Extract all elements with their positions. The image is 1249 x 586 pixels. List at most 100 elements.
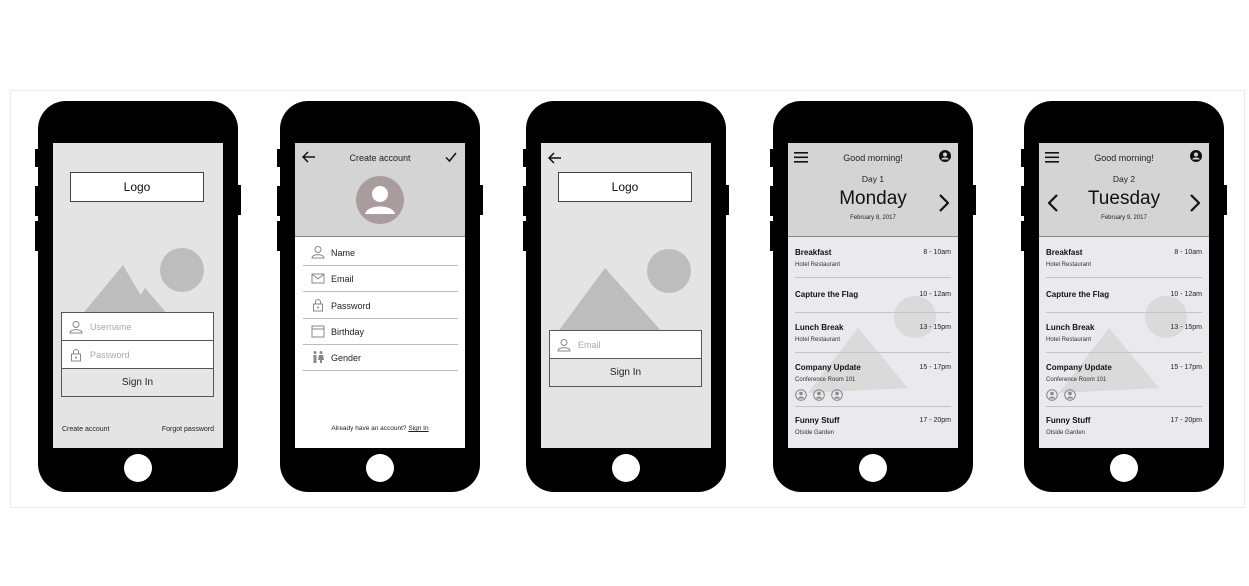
home-button[interactable] bbox=[1110, 454, 1138, 482]
schedule-screen: Good morning! Day 1 Monday February 8, 2… bbox=[788, 143, 958, 448]
event-title: Company Update bbox=[1046, 363, 1112, 372]
divider bbox=[795, 277, 951, 278]
user-icon bbox=[557, 339, 571, 352]
email-placeholder: Email bbox=[578, 339, 601, 350]
event-location: Conference Room 101 bbox=[1046, 377, 1107, 383]
divider bbox=[795, 352, 951, 353]
day-label: Day 1 bbox=[861, 174, 885, 184]
logo: Logo bbox=[558, 172, 692, 202]
phone-schedule-day1: Good morning! Day 1 Monday February 8, 2… bbox=[770, 101, 976, 492]
event-title: Breakfast bbox=[795, 248, 832, 257]
signin-prompt-text: Already have an account? bbox=[331, 425, 407, 432]
calendar-icon bbox=[311, 325, 325, 338]
divider bbox=[1046, 312, 1202, 313]
logo: Logo bbox=[70, 172, 204, 202]
event-time: 10 - 12am bbox=[1170, 291, 1202, 298]
password-input[interactable]: Password bbox=[61, 340, 214, 369]
event-location: Hotel Restaurant bbox=[795, 262, 841, 268]
lock-icon bbox=[71, 349, 81, 362]
gender-field[interactable]: Gender bbox=[303, 345, 458, 371]
event-location: Hotel Restaurant bbox=[795, 337, 841, 343]
event-title: Lunch Break bbox=[795, 323, 844, 332]
divider bbox=[1046, 352, 1202, 353]
image-placeholder-icon bbox=[75, 248, 204, 323]
event-time: 10 - 12am bbox=[919, 291, 951, 298]
schedule-screen: Good morning! Day 2 Tuesday February 9, … bbox=[1039, 143, 1209, 448]
event-location: Hotel Restaurant bbox=[1046, 337, 1092, 343]
image-placeholder-icon bbox=[557, 249, 691, 333]
phone-schedule-day2: Good morning! Day 2 Tuesday February 9, … bbox=[1021, 101, 1227, 492]
greeting: Good morning! bbox=[843, 153, 903, 163]
password-placeholder: Password bbox=[90, 349, 130, 360]
event-time: 8 - 10am bbox=[923, 249, 951, 256]
greeting: Good morning! bbox=[1094, 153, 1154, 163]
user-icon bbox=[311, 246, 325, 259]
back-arrow-icon[interactable] bbox=[548, 152, 562, 164]
forgot-password-link[interactable]: Forgot password bbox=[162, 426, 214, 433]
event-title: Funny Stuff bbox=[1046, 416, 1091, 425]
weekday-title: Monday bbox=[839, 188, 907, 209]
username-placeholder: Username bbox=[90, 321, 132, 332]
date-label: February 8, 2017 bbox=[850, 215, 896, 221]
lock-icon bbox=[313, 299, 323, 312]
attendee-avatars-icon bbox=[795, 389, 843, 401]
event-time: 17 - 20pm bbox=[919, 417, 951, 424]
divider bbox=[1046, 277, 1202, 278]
create-account-link[interactable]: Create account bbox=[62, 426, 109, 433]
attendee-avatars-icon bbox=[1046, 389, 1076, 401]
event-location: Otside Garden bbox=[1046, 430, 1086, 436]
next-day-icon[interactable] bbox=[939, 194, 949, 212]
home-button[interactable] bbox=[612, 454, 640, 482]
page-title: Create account bbox=[349, 153, 411, 163]
event-time: 13 - 15pm bbox=[919, 324, 951, 331]
weekday-title: Tuesday bbox=[1087, 188, 1161, 209]
gender-label: Gender bbox=[331, 353, 362, 363]
phone-email-signin: Logo Email Sign In bbox=[523, 101, 729, 492]
email-input[interactable]: Email bbox=[549, 330, 702, 359]
event-time: 15 - 17pm bbox=[919, 364, 951, 371]
sign-in-button[interactable]: Sign In bbox=[61, 368, 214, 397]
event-title: Funny Stuff bbox=[795, 416, 840, 425]
home-button[interactable] bbox=[124, 454, 152, 482]
event-title: Capture the Flag bbox=[795, 290, 859, 299]
profile-icon[interactable] bbox=[939, 150, 951, 162]
login-screen: Logo Username Password Sign In Create ac… bbox=[53, 143, 223, 448]
event-location: Hotel Restaurant bbox=[1046, 262, 1092, 268]
birthday-field[interactable]: Birthday bbox=[303, 319, 458, 345]
event-location: Otside Garden bbox=[795, 430, 835, 436]
home-button[interactable] bbox=[859, 454, 887, 482]
gender-icon bbox=[313, 351, 324, 363]
day-label: Day 2 bbox=[1112, 174, 1136, 184]
avatar-icon[interactable] bbox=[356, 176, 404, 224]
divider bbox=[1046, 406, 1202, 407]
event-title: Lunch Break bbox=[1046, 323, 1095, 332]
event-time: 17 - 20pm bbox=[1170, 417, 1202, 424]
name-field[interactable]: Name bbox=[303, 240, 458, 266]
phone-login: Logo Username Password Sign In Create ac… bbox=[35, 101, 241, 492]
phone-create-account: Create account Name Email Password Birth… bbox=[277, 101, 483, 492]
email-signin-screen: Logo Email Sign In bbox=[541, 143, 711, 448]
sign-in-button[interactable]: Sign In bbox=[549, 358, 702, 387]
date-label: February 9, 2017 bbox=[1101, 215, 1147, 221]
email-label: Email bbox=[331, 274, 354, 284]
event-location: Conference Room 101 bbox=[795, 377, 856, 383]
divider bbox=[795, 312, 951, 313]
checkmark-icon[interactable] bbox=[445, 151, 457, 163]
event-title: Breakfast bbox=[1046, 248, 1083, 257]
username-input[interactable]: Username bbox=[61, 312, 214, 341]
event-title: Capture the Flag bbox=[1046, 290, 1110, 299]
name-label: Name bbox=[331, 248, 356, 258]
next-day-icon[interactable] bbox=[1190, 194, 1200, 212]
birthday-label: Birthday bbox=[331, 327, 365, 337]
user-icon bbox=[69, 321, 83, 334]
signin-link[interactable]: Sign In bbox=[408, 425, 428, 432]
home-button[interactable] bbox=[366, 454, 394, 482]
password-label: Password bbox=[331, 301, 371, 311]
event-title: Company Update bbox=[795, 363, 861, 372]
event-time: 8 - 10am bbox=[1174, 249, 1202, 256]
event-time: 15 - 17pm bbox=[1170, 364, 1202, 371]
signin-prompt: Already have an account? Sign In bbox=[295, 425, 465, 432]
password-field[interactable]: Password bbox=[303, 293, 458, 319]
profile-icon[interactable] bbox=[1190, 150, 1202, 162]
email-field[interactable]: Email bbox=[303, 266, 458, 292]
